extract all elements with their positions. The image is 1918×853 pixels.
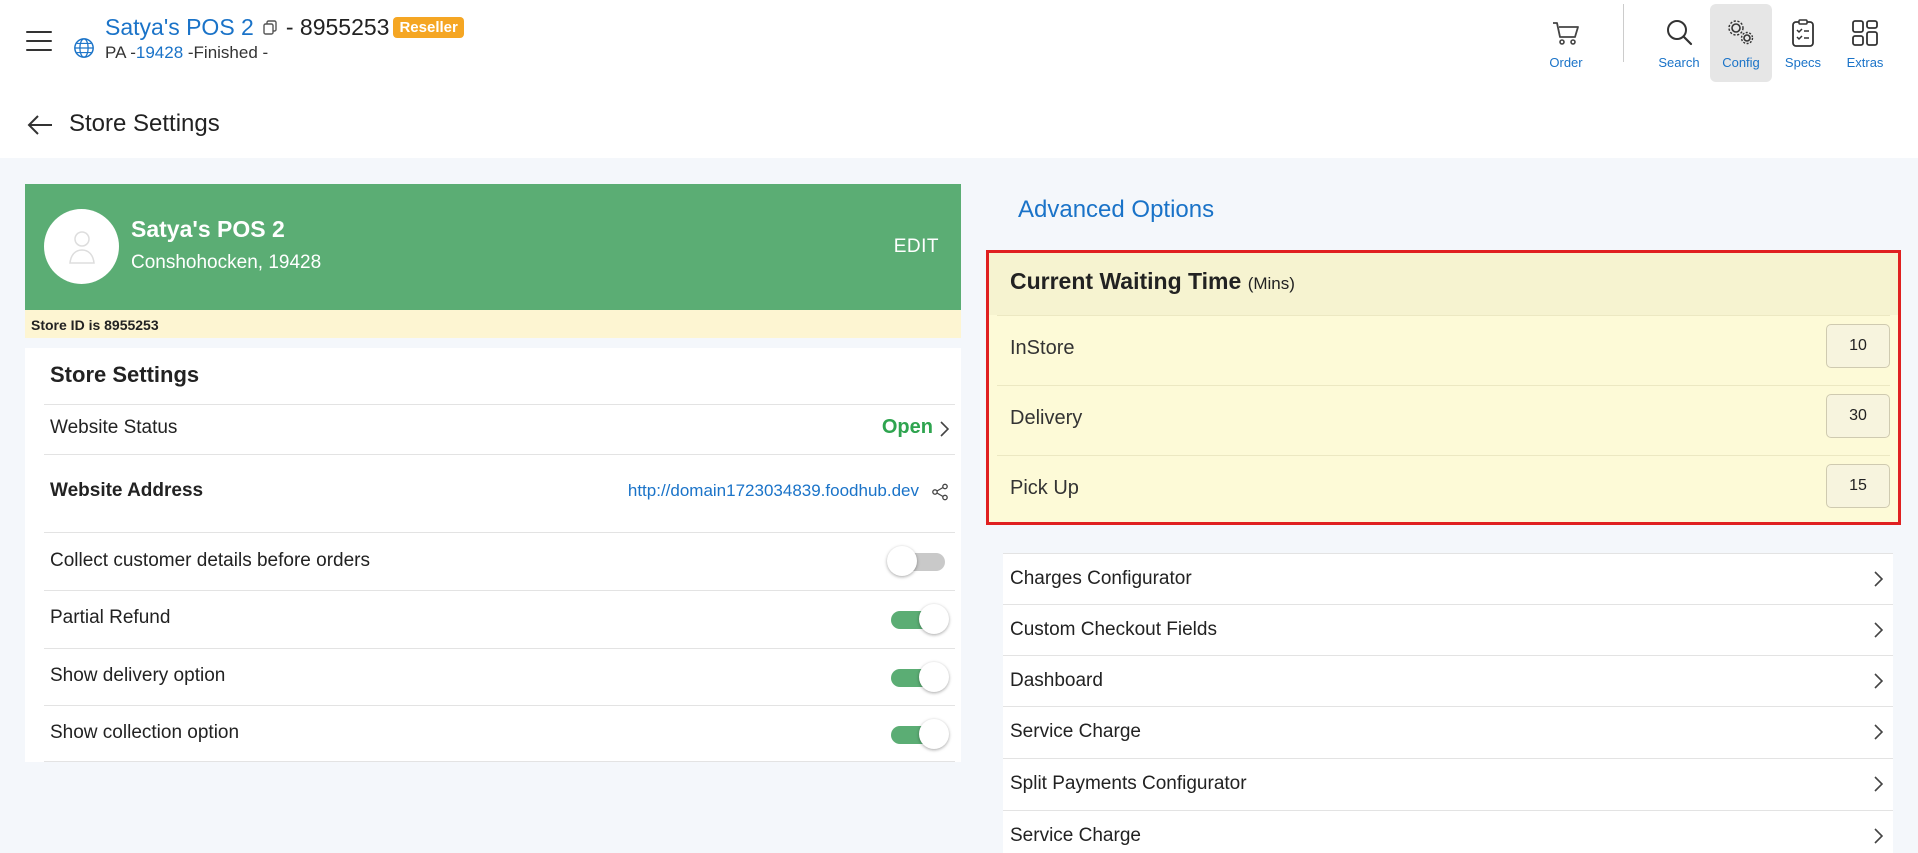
nav-config-label: Config — [1722, 54, 1760, 70]
advanced-options-list: Charges Configurator Custom Checkout Fie… — [1003, 553, 1893, 853]
menu-icon[interactable] — [26, 31, 52, 53]
option-label: Custom Checkout Fields — [1010, 619, 1217, 640]
settings-heading: Store Settings — [50, 362, 200, 387]
gears-icon — [1728, 19, 1754, 44]
option-charges-configurator[interactable]: Charges Configurator — [1003, 553, 1893, 605]
waiting-time-title-text: Current Waiting Time — [1010, 268, 1242, 294]
cart-icon — [1553, 21, 1579, 45]
chevron-right-icon — [1874, 724, 1883, 740]
toggle-row-delivery-option: Show delivery option — [44, 648, 955, 705]
nav-divider — [1623, 4, 1624, 62]
store-title-line: Satya's POS 2 - 8955253 Reseller — [105, 12, 464, 42]
delivery-time-input[interactable]: 30 — [1826, 394, 1890, 438]
nav-order-label: Order — [1549, 54, 1583, 70]
store-card-name: Satya's POS 2 — [131, 216, 285, 242]
chevron-right-icon — [1874, 673, 1883, 689]
store-status-line: PA -19428 -Finished - — [105, 43, 268, 63]
website-status-value: Open — [881, 416, 933, 438]
waiting-time-title: Current Waiting Time (Mins) — [1010, 268, 1295, 295]
clipboard-icon — [1792, 18, 1814, 47]
option-label: Service Charge — [1010, 825, 1141, 846]
search-icon — [1667, 19, 1693, 45]
option-dashboard[interactable]: Dashboard — [1003, 655, 1893, 707]
delivery-option-toggle[interactable] — [887, 662, 949, 692]
option-label: Service Charge — [1010, 721, 1141, 742]
top-header: Satya's POS 2 - 8955253 Reseller PA -194… — [0, 0, 1918, 90]
zip-link[interactable]: 19428 — [136, 43, 183, 62]
chevron-right-icon — [1874, 622, 1883, 638]
toggle-label: Collect customer details before orders — [50, 550, 370, 571]
chevron-right-icon — [1874, 571, 1883, 587]
page-title: Store Settings — [69, 110, 220, 137]
waiting-row-instore: InStore 10 — [997, 315, 1890, 385]
waiting-row-pickup: Pick Up 15 — [997, 455, 1890, 525]
waiting-row-label: Delivery — [1010, 407, 1083, 429]
grid-icon — [1852, 19, 1878, 46]
store-card: Satya's POS 2 Conshohocken, 19428 EDIT — [25, 184, 961, 310]
collection-option-toggle[interactable] — [887, 719, 949, 749]
reseller-badge: Reseller — [393, 16, 464, 38]
website-status-label: Website Status — [50, 417, 178, 438]
toggle-row-collection-option: Show collection option — [44, 705, 955, 762]
option-split-payments-configurator[interactable]: Split Payments Configurator — [1003, 758, 1893, 810]
nav-order-button[interactable]: Order — [1535, 4, 1597, 82]
nav-specs-label: Specs — [1784, 54, 1822, 70]
chevron-right-icon — [1874, 776, 1883, 792]
option-service-charge[interactable]: Service Charge — [1003, 706, 1893, 758]
option-label: Charges Configurator — [1010, 568, 1192, 589]
share-icon[interactable] — [931, 483, 949, 501]
toggle-label: Partial Refund — [50, 607, 171, 628]
nav-config-button[interactable]: Config — [1710, 4, 1772, 82]
edit-button[interactable]: EDIT — [894, 236, 939, 258]
chevron-right-icon — [1874, 828, 1883, 844]
waiting-row-label: Pick Up — [1010, 477, 1079, 499]
nav-extras-label: Extras — [1846, 54, 1884, 70]
state-text: PA - — [105, 43, 136, 62]
pickup-time-input[interactable]: 15 — [1826, 464, 1890, 508]
toggle-row-collect-details: Collect customer details before orders — [44, 532, 955, 590]
website-address-label: Website Address — [50, 480, 204, 501]
advanced-options-title: Advanced Options — [1018, 196, 1215, 223]
nav-specs-button[interactable]: Specs — [1772, 4, 1834, 82]
back-arrow-icon[interactable] — [26, 113, 54, 137]
waiting-time-unit: (Mins) — [1247, 274, 1295, 293]
store-card-address: Conshohocken, 19428 — [131, 252, 322, 273]
copy-icon[interactable] — [262, 19, 278, 35]
waiting-time-panel: Current Waiting Time (Mins) InStore 10 D… — [986, 250, 1901, 525]
option-custom-checkout-fields[interactable]: Custom Checkout Fields — [1003, 604, 1893, 656]
nav-search-label: Search — [1658, 54, 1700, 70]
store-name-link[interactable]: Satya's POS 2 — [105, 14, 254, 41]
option-label: Split Payments Configurator — [1010, 773, 1247, 794]
waiting-row-label: InStore — [1010, 337, 1075, 359]
toggle-label: Show delivery option — [50, 665, 226, 686]
store-settings-panel: Store Settings Website Status Open Websi… — [25, 348, 961, 762]
store-id-note: Store ID is 8955253 — [25, 310, 961, 338]
website-status-row[interactable]: Website Status Open — [44, 404, 955, 454]
partial-refund-toggle[interactable] — [887, 604, 949, 634]
website-address-row: Website Address http://domain1723034839.… — [44, 454, 955, 530]
website-address-link[interactable]: http://domain1723034839.foodhub.dev — [628, 481, 919, 501]
waiting-time-header: Current Waiting Time (Mins) — [989, 253, 1898, 315]
store-id-text: - 8955253 — [285, 13, 390, 40]
option-service-charge-2[interactable]: Service Charge — [1003, 810, 1893, 853]
user-icon — [68, 230, 95, 264]
toggle-label: Show collection option — [50, 722, 240, 743]
collect-details-toggle[interactable] — [887, 546, 949, 576]
nav-search-button[interactable]: Search — [1648, 4, 1710, 82]
option-label: Dashboard — [1010, 670, 1103, 691]
sub-header: Store Settings — [0, 90, 1918, 158]
nav-extras-button[interactable]: Extras — [1834, 4, 1896, 82]
toggle-row-partial-refund: Partial Refund — [44, 590, 955, 648]
instore-time-input[interactable]: 10 — [1826, 324, 1890, 368]
chevron-right-icon — [940, 421, 949, 437]
status-text: -Finished - — [183, 43, 269, 62]
globe-icon — [74, 38, 94, 58]
waiting-row-delivery: Delivery 30 — [997, 385, 1890, 455]
avatar — [44, 209, 119, 284]
